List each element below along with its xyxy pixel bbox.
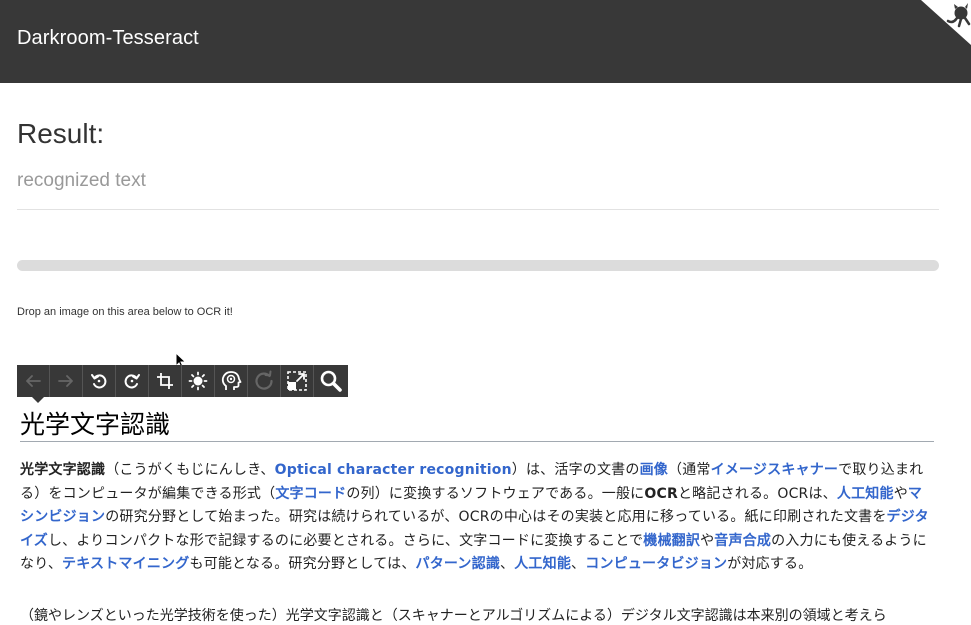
image-toolbar [17, 365, 348, 397]
ocr-image-drop-area[interactable]: 光学文字認識 光学文字認識（こうがくもじにんしき、Optical charact… [17, 403, 939, 625]
document-link[interactable]: テキストマイニング [62, 556, 189, 572]
document-bold-text: OCR [644, 485, 678, 502]
rotate-left-icon [91, 374, 107, 389]
brightness-button[interactable] [182, 365, 215, 397]
undo-button[interactable] [17, 365, 50, 397]
document-link[interactable]: 機械翻訳 [643, 533, 700, 549]
octocat-icon [921, 0, 971, 45]
document-text: も可能となる。研究分野としては、 [189, 556, 416, 572]
document-text: や [893, 485, 908, 502]
document-text: 、 [500, 556, 515, 572]
reload-icon [255, 370, 273, 390]
result-title: Result: [17, 118, 105, 149]
document-link[interactable]: 人工知能 [837, 486, 894, 502]
document-text: 、 [571, 556, 586, 572]
document-link[interactable]: 画像 [640, 462, 668, 478]
app-title[interactable]: Darkroom-Tesseract [17, 27, 199, 50]
recognized-text-output[interactable]: recognized text [17, 170, 146, 192]
document-text: の列）に変換するソフトウェアである。一般に [346, 485, 645, 502]
redo-arrow-icon [58, 375, 73, 387]
reload-button[interactable] [248, 365, 281, 397]
document-link[interactable]: 文字コード [275, 486, 346, 502]
crop-icon [157, 373, 173, 389]
document-heading: 光学文字認識 [20, 410, 171, 439]
result-divider [17, 209, 939, 210]
document-bold-text: 光学文字認識 [20, 462, 106, 478]
document-text: し、よりコンパクトな形で記録するのに必要とされる。さらに、文字コードに変換するこ… [47, 532, 644, 549]
zoom-icon [320, 370, 342, 392]
resize-button[interactable] [281, 365, 314, 397]
document-text: と略記される。OCRは、 [677, 485, 837, 502]
document-link[interactable]: イメージスキャナー [711, 462, 839, 478]
document-link[interactable]: Optical character recognition [275, 462, 512, 478]
undo-arrow-icon [26, 375, 41, 387]
document-text: （通常 [668, 462, 711, 478]
document-text: ）は、活字の文書の [511, 462, 640, 478]
rotate-right-button[interactable] [116, 365, 149, 397]
rotate-left-button[interactable] [83, 365, 116, 397]
drop-hint: Drop an image on this area below to OCR … [17, 306, 233, 318]
document-link[interactable]: 人工知能 [514, 556, 571, 572]
rotate-right-icon [124, 374, 140, 389]
brightness-icon [188, 371, 208, 391]
document-heading-rule [20, 441, 934, 442]
document-link[interactable]: コンピュータビジョン [585, 556, 727, 572]
document-text: の研究分野として始まった。研究は続けられているが、OCRの中心はその実装と応用に… [105, 509, 887, 525]
ocr-progress-bar [17, 260, 939, 271]
github-corner[interactable] [921, 0, 971, 45]
document-text: （こうがくもじにんしき、 [105, 462, 275, 478]
document-text: が対応する。 [727, 556, 813, 572]
document-text: や [700, 532, 715, 549]
ocr-button[interactable] [215, 365, 248, 397]
resize-icon [287, 371, 307, 391]
ocr-head-icon [221, 371, 242, 390]
zoom-button[interactable] [314, 365, 348, 397]
document-paragraph-2: （鏡やレンズといった光学技術を使った）光学文字認識と（スキャナーとアルゴリズムに… [20, 608, 887, 624]
crop-button[interactable] [149, 365, 182, 397]
app-header: Darkroom-Tesseract [0, 0, 971, 83]
redo-button[interactable] [50, 365, 83, 397]
document-link[interactable]: 音声合成 [714, 533, 771, 549]
document-link[interactable]: パターン認識 [416, 556, 501, 572]
document-paragraph-1: 光学文字認識（こうがくもじにんしき、Optical character reco… [20, 459, 934, 577]
